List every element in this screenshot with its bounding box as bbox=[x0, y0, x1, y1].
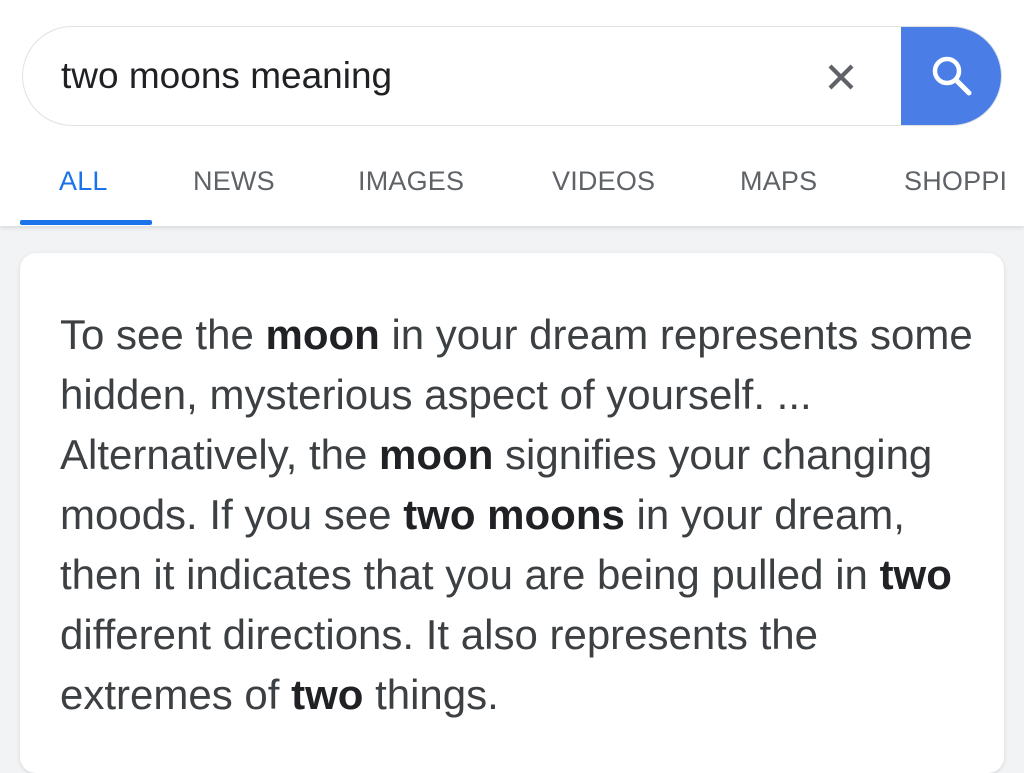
snippet-highlight: moon bbox=[265, 311, 380, 358]
search-tabs: ALL NEWS IMAGES VIDEOS MAPS SHOPPI bbox=[0, 150, 1024, 226]
snippet-highlight: two moons bbox=[403, 491, 625, 538]
snippet-segment: To see the bbox=[60, 311, 266, 358]
snippet-text: To see the moon in your dream represents… bbox=[60, 305, 980, 725]
search-bar bbox=[22, 26, 1002, 126]
tab-news[interactable]: NEWS bbox=[193, 166, 275, 197]
snippet-segment: things. bbox=[363, 671, 499, 718]
active-tab-indicator bbox=[20, 220, 152, 225]
close-icon bbox=[828, 64, 854, 90]
tab-maps[interactable]: MAPS bbox=[740, 166, 817, 197]
tab-shopping[interactable]: SHOPPI bbox=[904, 166, 1007, 197]
search-icon bbox=[932, 56, 972, 95]
tab-videos[interactable]: VIDEOS bbox=[552, 166, 655, 197]
search-button[interactable] bbox=[901, 27, 1001, 125]
snippet-highlight: two bbox=[291, 671, 364, 718]
clear-search-button[interactable] bbox=[813, 49, 869, 105]
featured-snippet-card: To see the moon in your dream represents… bbox=[20, 253, 1004, 773]
search-header: ALL NEWS IMAGES VIDEOS MAPS SHOPPI bbox=[0, 0, 1024, 226]
tab-images[interactable]: IMAGES bbox=[358, 166, 464, 197]
tab-all[interactable]: ALL bbox=[59, 166, 108, 197]
search-input[interactable] bbox=[61, 27, 801, 124]
snippet-highlight: two bbox=[879, 551, 952, 598]
snippet-highlight: moon bbox=[379, 431, 494, 478]
